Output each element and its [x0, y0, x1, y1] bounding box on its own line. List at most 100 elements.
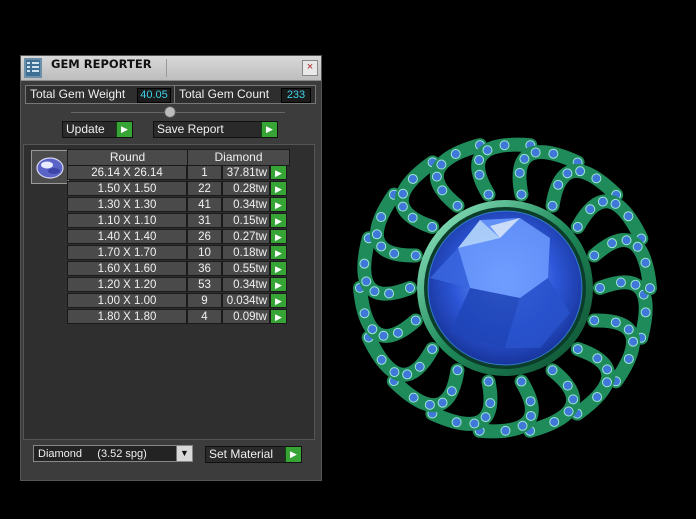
green-play-arrow-icon[interactable]: ▶: [270, 165, 287, 180]
chevron-down-icon[interactable]: ▼: [176, 446, 192, 461]
pave-stone: [482, 145, 493, 156]
material-column-header[interactable]: Diamond: [187, 149, 290, 166]
pave-stone: [553, 179, 564, 190]
pave-stone: [644, 283, 655, 294]
green-play-arrow-icon: ▶: [116, 122, 132, 137]
title-bar[interactable]: GEM REPORTER ×: [21, 56, 321, 81]
pave-stone: [371, 229, 382, 240]
total-gem-weight-value: 40.05: [137, 88, 171, 103]
round-gem-icon: [36, 157, 64, 179]
pave-stone: [592, 392, 603, 403]
pave-stone: [572, 344, 583, 355]
pave-stone: [361, 276, 372, 287]
green-play-arrow-icon[interactable]: ▶: [270, 293, 287, 308]
pave-stone: [452, 365, 463, 376]
pave-stone: [446, 386, 457, 397]
set-material-button-label: Set Material: [209, 447, 274, 461]
gem-weight-cell: 0.09tw: [222, 309, 270, 324]
pave-stone: [451, 417, 462, 428]
gem-count-cell: 4: [187, 309, 222, 324]
shape-column-header[interactable]: Round: [67, 149, 188, 166]
round-gem-thumbnail-icon[interactable]: [31, 150, 69, 184]
set-material-button[interactable]: Set Material ▶: [205, 446, 302, 463]
save-report-button-label: Save Report: [157, 122, 224, 136]
pave-stone: [376, 354, 387, 365]
pave-stone: [610, 198, 621, 209]
pave-stone: [597, 196, 608, 207]
close-icon[interactable]: ×: [302, 60, 318, 76]
pave-stone: [547, 200, 558, 211]
pave-stone: [525, 410, 536, 421]
pave-stone: [562, 168, 573, 179]
gem-count-cell: 31: [187, 213, 222, 228]
pave-stone: [591, 173, 602, 184]
pave-stone: [547, 365, 558, 376]
gem-count-cell: 10: [187, 245, 222, 260]
pave-stone: [516, 376, 527, 387]
pave-stone: [615, 277, 626, 288]
pave-stone: [519, 153, 530, 164]
pave-stone: [378, 330, 389, 341]
splitter-line: [71, 112, 285, 113]
green-play-arrow-icon[interactable]: ▶: [270, 213, 287, 228]
gem-count-cell: 41: [187, 197, 222, 212]
pave-stone: [480, 412, 491, 423]
pave-stone: [397, 201, 408, 212]
gem-size-cell: 1.00 X 1.00: [67, 293, 187, 308]
gem-count-cell: 1: [187, 165, 222, 180]
pave-stone: [623, 324, 634, 335]
green-play-arrow-icon[interactable]: ▶: [270, 277, 287, 292]
pave-stone: [369, 286, 380, 297]
green-play-arrow-icon: ▶: [261, 122, 277, 137]
material-select[interactable]: Diamond (3.52 spg) ▼: [33, 445, 193, 462]
pave-stone: [483, 376, 494, 387]
green-play-arrow-icon[interactable]: ▶: [270, 197, 287, 212]
gem-count-cell: 9: [187, 293, 222, 308]
gem-weight-cell: 0.27tw: [222, 229, 270, 244]
pave-stone: [376, 212, 387, 223]
pave-stone: [623, 211, 634, 222]
pave-stone: [424, 399, 435, 410]
pave-stone: [568, 394, 579, 405]
pave-stone: [376, 241, 387, 252]
pave-stone: [474, 155, 485, 166]
pave-stone: [407, 212, 418, 223]
gem-weight-cell: 37.81tw: [222, 165, 270, 180]
gem-size-cell: 26.14 X 26.14: [67, 165, 187, 180]
pave-stone: [640, 257, 651, 268]
sapphire-brooch-render: [353, 137, 657, 439]
pave-stone: [367, 324, 378, 335]
pave-stone: [562, 380, 573, 391]
gem-count-cell: 26: [187, 229, 222, 244]
green-play-arrow-icon[interactable]: ▶: [270, 181, 287, 196]
pave-stone: [469, 418, 480, 429]
pave-stone: [410, 250, 421, 261]
green-play-arrow-icon[interactable]: ▶: [270, 261, 287, 276]
gem-count-cell: 22: [187, 181, 222, 196]
title-divider: [166, 59, 167, 77]
save-report-button[interactable]: Save Report ▶: [153, 121, 278, 138]
pave-stone: [485, 398, 496, 409]
pave-stone: [407, 173, 418, 184]
pave-stone: [427, 344, 438, 355]
green-play-arrow-icon[interactable]: ▶: [270, 229, 287, 244]
total-gem-count-label: Total Gem Count: [179, 87, 270, 101]
pave-stone: [607, 238, 618, 249]
green-play-arrow-icon[interactable]: ▶: [270, 245, 287, 260]
gem-weight-cell: 0.18tw: [222, 245, 270, 260]
update-button[interactable]: Update ▶: [62, 121, 133, 138]
material-select-value: Diamond (3.52 spg): [38, 448, 147, 460]
pave-stone: [452, 200, 463, 211]
pave-stone: [610, 317, 621, 328]
total-gem-weight-label: Total Gem Weight: [30, 87, 126, 101]
gem-weight-cell: 0.34tw: [222, 277, 270, 292]
gem-size-cell: 1.10 X 1.10: [67, 213, 187, 228]
splitter-handle[interactable]: [164, 106, 176, 118]
gem-weight-cell: 0.15tw: [222, 213, 270, 228]
gem-reporter-panel: GEM REPORTER × Total Gem Weight 40.05 To…: [20, 55, 322, 481]
window-title: GEM REPORTER: [51, 57, 152, 71]
pave-stone: [563, 406, 574, 417]
pave-stone: [592, 353, 603, 364]
green-play-arrow-icon[interactable]: ▶: [270, 309, 287, 324]
pave-stone: [402, 369, 413, 380]
